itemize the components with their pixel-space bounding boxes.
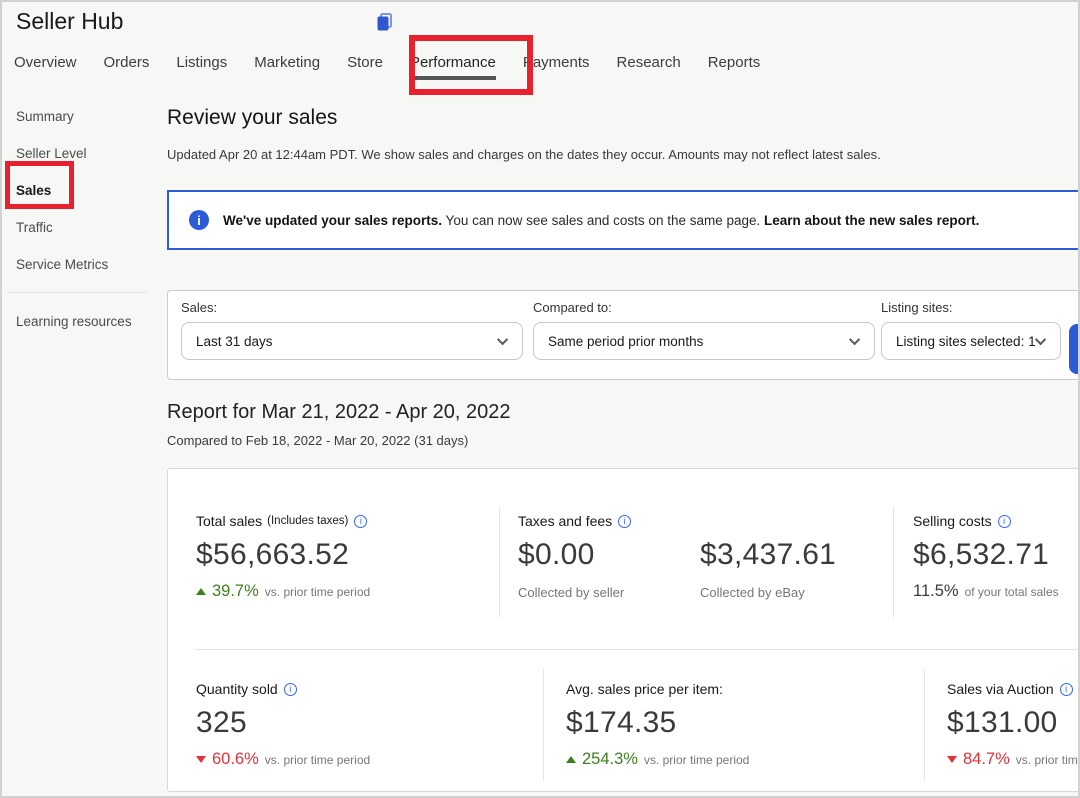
tab-research[interactable]: Research xyxy=(617,52,681,80)
divider xyxy=(499,507,500,617)
metrics-card: Total sales (Includes taxes) $56,663.52 … xyxy=(167,468,1080,792)
metric-taxes-and-fees: Taxes and fees $0.00 Collected by seller… xyxy=(518,513,882,600)
apply-button[interactable] xyxy=(1069,324,1080,374)
sidebar-divider xyxy=(7,292,147,293)
metric-change: 39.7% vs. prior time period xyxy=(196,582,370,601)
metric-value: $3,437.61 xyxy=(700,538,882,572)
sales-filter-dropdown[interactable]: Last 31 days xyxy=(181,322,523,360)
tab-performance[interactable]: Performance xyxy=(410,52,496,80)
divider xyxy=(893,507,894,617)
chevron-down-icon xyxy=(497,334,508,345)
pages-icon xyxy=(376,13,393,37)
metric-value: $131.00 xyxy=(947,706,1080,740)
metric-sublabel: (Includes taxes) xyxy=(267,515,348,527)
report-title: Report for Mar 21, 2022 - Apr 20, 2022 xyxy=(167,401,511,424)
tab-payments[interactable]: Payments xyxy=(523,52,590,80)
metric-avg-sales-price: Avg. sales price per item: $174.35 254.3… xyxy=(566,681,749,769)
metric-total-sales: Total sales (Includes taxes) $56,663.52 … xyxy=(196,513,370,601)
listing-sites-dropdown[interactable]: Listing sites selected: 1 xyxy=(881,322,1061,360)
banner-link[interactable]: Learn about the new sales report xyxy=(764,213,976,228)
filter-panel: Sales: Last 31 days Compared to: Same pe… xyxy=(167,290,1080,380)
tab-reports[interactable]: Reports xyxy=(708,52,761,80)
metric-selling-costs: Selling costs $6,532.71 11.5% of your to… xyxy=(913,513,1059,601)
sidebar-item-service-metrics[interactable]: Service Metrics xyxy=(2,246,152,283)
arrow-down-icon xyxy=(947,756,957,763)
metric-label: Sales via Auction xyxy=(947,681,1080,697)
info-icon[interactable] xyxy=(1060,683,1073,696)
arrow-down-icon xyxy=(196,756,206,763)
banner-bold-intro: We've updated your sales reports. xyxy=(223,213,442,228)
metric-value: $174.35 xyxy=(566,706,749,740)
arrow-up-icon xyxy=(566,756,576,763)
info-banner: We've updated your sales reports. You ca… xyxy=(167,190,1080,250)
metric-quantity-sold: Quantity sold 325 60.6% vs. prior time p… xyxy=(196,681,370,769)
metric-value: 325 xyxy=(196,706,370,740)
compared-to-filter-label: Compared to: xyxy=(533,300,612,315)
compared-to-value: Same period prior months xyxy=(548,334,703,349)
compared-to-dropdown[interactable]: Same period prior months xyxy=(533,322,875,360)
seller-hub-page: Seller Hub Overview Orders Listings Mark… xyxy=(0,0,1080,798)
divider xyxy=(924,669,925,781)
report-subtitle: Compared to Feb 18, 2022 - Mar 20, 2022 … xyxy=(167,433,468,448)
sidebar-item-summary[interactable]: Summary xyxy=(2,98,152,135)
metric-label: Quantity sold xyxy=(196,681,370,697)
metric-change: 254.3% vs. prior time period xyxy=(566,750,749,769)
top-navigation: Overview Orders Listings Marketing Store… xyxy=(14,52,760,80)
metric-change: 84.7% vs. prior time period xyxy=(947,750,1080,769)
tab-listings[interactable]: Listings xyxy=(176,52,227,80)
sales-filter-label: Sales: xyxy=(181,300,217,315)
banner-text: We've updated your sales reports. You ca… xyxy=(223,213,979,228)
metric-label: Total sales (Includes taxes) xyxy=(196,513,370,529)
taxes-collected-by-seller: $0.00 Collected by seller xyxy=(518,529,700,600)
sidebar-item-sales[interactable]: Sales xyxy=(2,172,152,209)
app-title: Seller Hub xyxy=(16,8,123,35)
metric-sales-via-auction: Sales via Auction $131.00 84.7% vs. prio… xyxy=(947,681,1080,769)
sidebar-item-traffic[interactable]: Traffic xyxy=(2,209,152,246)
sidebar-item-seller-level[interactable]: Seller Level xyxy=(2,135,152,172)
sidebar-item-learning-resources[interactable]: Learning resources xyxy=(16,314,132,329)
metric-share: 11.5% of your total sales xyxy=(913,582,1059,601)
banner-trailing: . xyxy=(976,213,980,228)
chevron-down-icon xyxy=(849,334,860,345)
divider xyxy=(543,669,544,781)
arrow-up-icon xyxy=(196,588,206,595)
listing-sites-filter-label: Listing sites: xyxy=(881,300,953,315)
metric-caption: Collected by seller xyxy=(518,585,700,600)
chevron-down-icon xyxy=(1035,334,1046,345)
metric-label: Selling costs xyxy=(913,513,1059,529)
metric-label: Taxes and fees xyxy=(518,513,882,529)
sidebar: Summary Seller Level Sales Traffic Servi… xyxy=(2,98,152,283)
info-icon[interactable] xyxy=(354,515,367,528)
metric-change: 60.6% vs. prior time period xyxy=(196,750,370,769)
sales-filter-value: Last 31 days xyxy=(196,334,273,349)
tab-store[interactable]: Store xyxy=(347,52,383,80)
divider xyxy=(195,649,1080,650)
metric-value: $56,663.52 xyxy=(196,538,370,572)
listing-sites-value: Listing sites selected: 1 xyxy=(896,334,1036,349)
taxes-collected-by-ebay: $3,437.61 Collected by eBay xyxy=(700,529,882,600)
banner-body: You can now see sales and costs on the s… xyxy=(442,213,764,228)
metric-value: $6,532.71 xyxy=(913,538,1059,572)
metric-caption: Collected by eBay xyxy=(700,585,882,600)
info-icon[interactable] xyxy=(998,515,1011,528)
metric-value: $0.00 xyxy=(518,538,700,572)
updated-note: Updated Apr 20 at 12:44am PDT. We show s… xyxy=(167,147,881,162)
metric-label: Avg. sales price per item: xyxy=(566,681,749,697)
tab-orders[interactable]: Orders xyxy=(104,52,150,80)
page-title: Review your sales xyxy=(167,106,337,130)
info-icon[interactable] xyxy=(618,515,631,528)
tab-marketing[interactable]: Marketing xyxy=(254,52,320,80)
tab-overview[interactable]: Overview xyxy=(14,52,77,80)
info-icon xyxy=(189,210,209,230)
info-icon[interactable] xyxy=(284,683,297,696)
